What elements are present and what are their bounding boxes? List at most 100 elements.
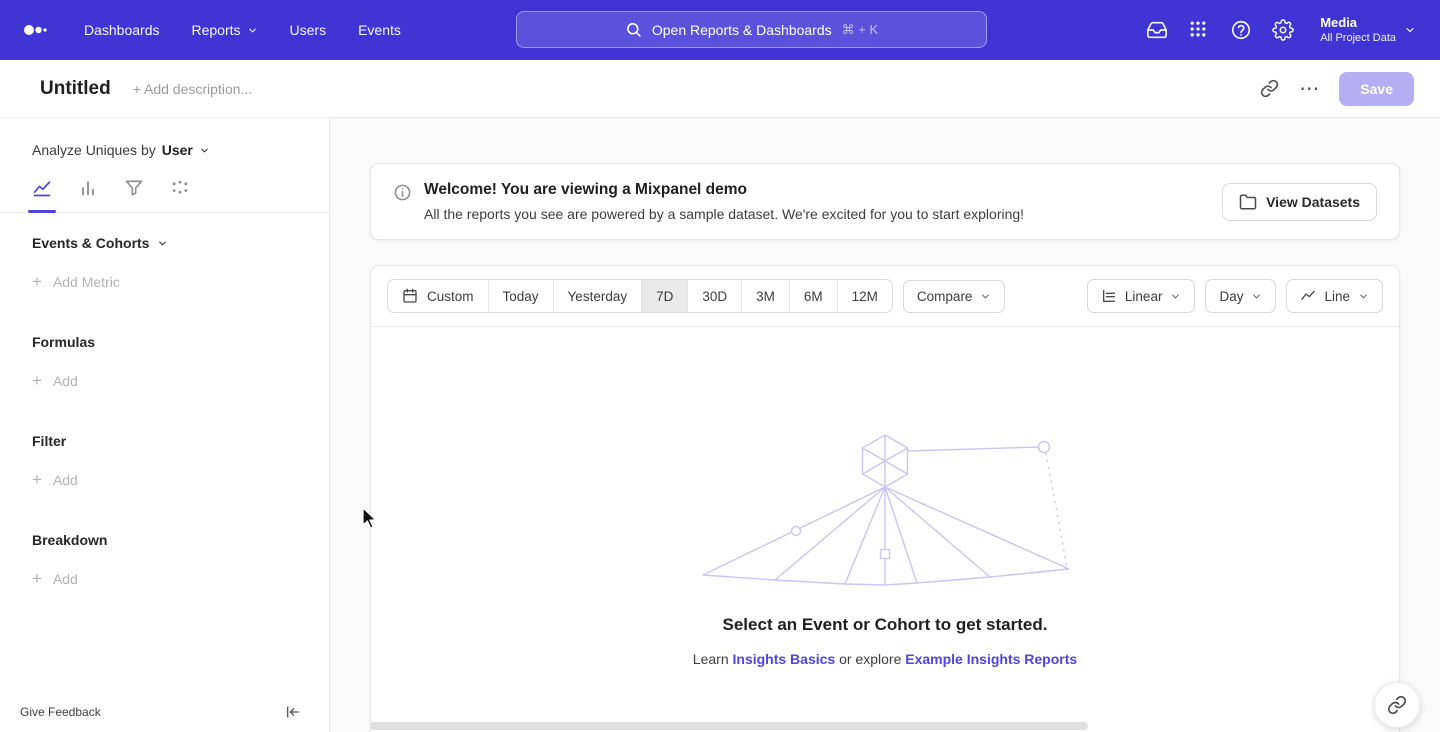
add-formula-button[interactable]: + Add (0, 372, 329, 389)
help-icon[interactable] (1230, 19, 1252, 41)
chevron-down-icon (157, 238, 168, 249)
plus-icon: + (32, 273, 42, 290)
breakdown-section-title: Breakdown (0, 532, 329, 548)
chart-toolbar: Custom Today Yesterday 7D 30D 3M 6M 12M … (371, 266, 1399, 327)
tab-bar-chart[interactable] (78, 178, 98, 198)
add-metric-label: Add Metric (53, 274, 120, 290)
tab-line-chart[interactable] (32, 178, 52, 198)
events-cohorts-section-title[interactable]: Events & Cohorts (0, 235, 329, 251)
query-builder-sidebar: Analyze Uniques by User (0, 118, 330, 732)
filter-section-title: Filter (0, 433, 329, 449)
add-filter-button[interactable]: + Add (0, 471, 329, 488)
visualization-tabs (0, 158, 329, 213)
date-range-label: 7D (656, 289, 673, 304)
global-search-input[interactable]: Open Reports & Dashboards ⌘ + K (516, 11, 987, 48)
search-shortcut: ⌘ + K (842, 22, 879, 38)
give-feedback-link[interactable]: Give Feedback (20, 705, 101, 719)
view-datasets-button[interactable]: View Datasets (1222, 183, 1377, 221)
analyze-label: Analyze Uniques by (32, 142, 156, 158)
empty-state: Select an Event or Cohort to get started… (371, 327, 1399, 732)
date-range-label: Custom (427, 289, 474, 304)
line-chart-icon (1300, 288, 1316, 304)
collapse-sidebar-icon[interactable] (285, 704, 301, 720)
folder-icon (1239, 193, 1257, 211)
compare-button[interactable]: Compare (903, 280, 1006, 313)
mixpanel-logo-icon[interactable] (22, 21, 48, 39)
date-range-label: 30D (702, 289, 727, 304)
banner-body: All the reports you see are powered by a… (424, 206, 1024, 222)
formulas-section-title: Formulas (0, 334, 329, 350)
horizontal-scrollbar[interactable] (370, 722, 1088, 730)
search-placeholder: Open Reports & Dashboards (652, 22, 832, 38)
navbar-right: Media All Project Data (1146, 14, 1416, 46)
chevron-down-icon (1404, 24, 1416, 36)
middle-text: or explore (839, 651, 901, 667)
nav-item-label: Dashboards (84, 22, 160, 38)
chart-type-label: Line (1324, 289, 1350, 304)
analyze-entity-dropdown[interactable]: User (162, 142, 210, 158)
date-range-3m[interactable]: 3M (741, 280, 789, 312)
apps-grid-icon[interactable] (1188, 19, 1210, 41)
date-range-30d[interactable]: 30D (687, 280, 741, 312)
main-content: Welcome! You are viewing a Mixpanel demo… (330, 118, 1440, 732)
date-range-label: Today (503, 289, 539, 304)
interval-dropdown[interactable]: Day (1205, 279, 1276, 313)
plus-icon: + (32, 372, 42, 389)
date-range-6m[interactable]: 6M (789, 280, 837, 312)
example-insights-reports-link[interactable]: Example Insights Reports (905, 651, 1077, 667)
banner-text: Welcome! You are viewing a Mixpanel demo… (424, 181, 1024, 222)
date-range-label: 12M (852, 289, 878, 304)
calendar-icon (402, 288, 418, 304)
copy-link-icon[interactable] (1260, 79, 1279, 98)
add-breakdown-button[interactable]: + Add (0, 570, 329, 587)
add-metric-button[interactable]: + Add Metric (0, 273, 329, 290)
date-range-yesterday[interactable]: Yesterday (553, 280, 642, 312)
date-range-today[interactable]: Today (488, 280, 553, 312)
add-formula-label: Add (53, 373, 78, 389)
date-range-7d[interactable]: 7D (641, 280, 687, 312)
save-button[interactable]: Save (1339, 72, 1414, 106)
report-header-actions: ⋯ Save (1260, 72, 1414, 106)
section-label: Formulas (32, 334, 95, 350)
add-description-field[interactable]: + Add description... (133, 81, 252, 97)
project-name: Media (1320, 14, 1396, 32)
more-options-icon[interactable]: ⋯ (1299, 83, 1319, 95)
project-info: Media All Project Data (1320, 14, 1396, 46)
tab-funnel-chart[interactable] (124, 178, 144, 198)
date-range-12m[interactable]: 12M (837, 280, 892, 312)
learn-prefix: Learn (693, 651, 729, 667)
nav-item-users[interactable]: Users (290, 22, 327, 38)
compare-label: Compare (917, 289, 973, 304)
chevron-down-icon (1170, 291, 1181, 302)
tab-scatter-chart[interactable] (170, 178, 190, 198)
date-range-segmented-control: Custom Today Yesterday 7D 30D 3M 6M 12M (387, 279, 893, 313)
chevron-down-icon (1358, 291, 1369, 302)
welcome-banner: Welcome! You are viewing a Mixpanel demo… (370, 163, 1400, 240)
plus-icon: + (32, 471, 42, 488)
view-datasets-label: View Datasets (1266, 194, 1360, 210)
link-icon (1387, 695, 1407, 715)
insights-basics-link[interactable]: Insights Basics (733, 651, 836, 667)
mixpanel-app: Dashboards Reports Users Events Open Rep… (0, 0, 1440, 732)
linear-scale-icon (1101, 288, 1117, 304)
settings-gear-icon[interactable] (1272, 19, 1294, 41)
chevron-down-icon (980, 291, 991, 302)
date-range-custom[interactable]: Custom (388, 280, 488, 312)
nav-item-reports[interactable]: Reports (192, 22, 258, 38)
info-icon (393, 183, 412, 202)
report-title[interactable]: Untitled (40, 78, 111, 100)
inbox-icon[interactable] (1146, 19, 1168, 41)
chart-type-dropdown[interactable]: Line (1286, 279, 1383, 313)
nav-item-label: Events (358, 22, 401, 38)
section-label: Filter (32, 433, 66, 449)
empty-state-illustration (695, 427, 1075, 587)
top-navbar: Dashboards Reports Users Events Open Rep… (0, 0, 1440, 60)
sidebar-footer: Give Feedback (0, 698, 329, 732)
nav-item-events[interactable]: Events (358, 22, 401, 38)
search-icon (625, 21, 642, 38)
analyze-uniques-row: Analyze Uniques by User (0, 142, 329, 158)
share-link-fab[interactable] (1374, 682, 1420, 728)
scale-dropdown[interactable]: Linear (1087, 279, 1196, 313)
nav-item-dashboards[interactable]: Dashboards (84, 22, 160, 38)
project-switcher[interactable]: Media All Project Data (1320, 14, 1416, 46)
